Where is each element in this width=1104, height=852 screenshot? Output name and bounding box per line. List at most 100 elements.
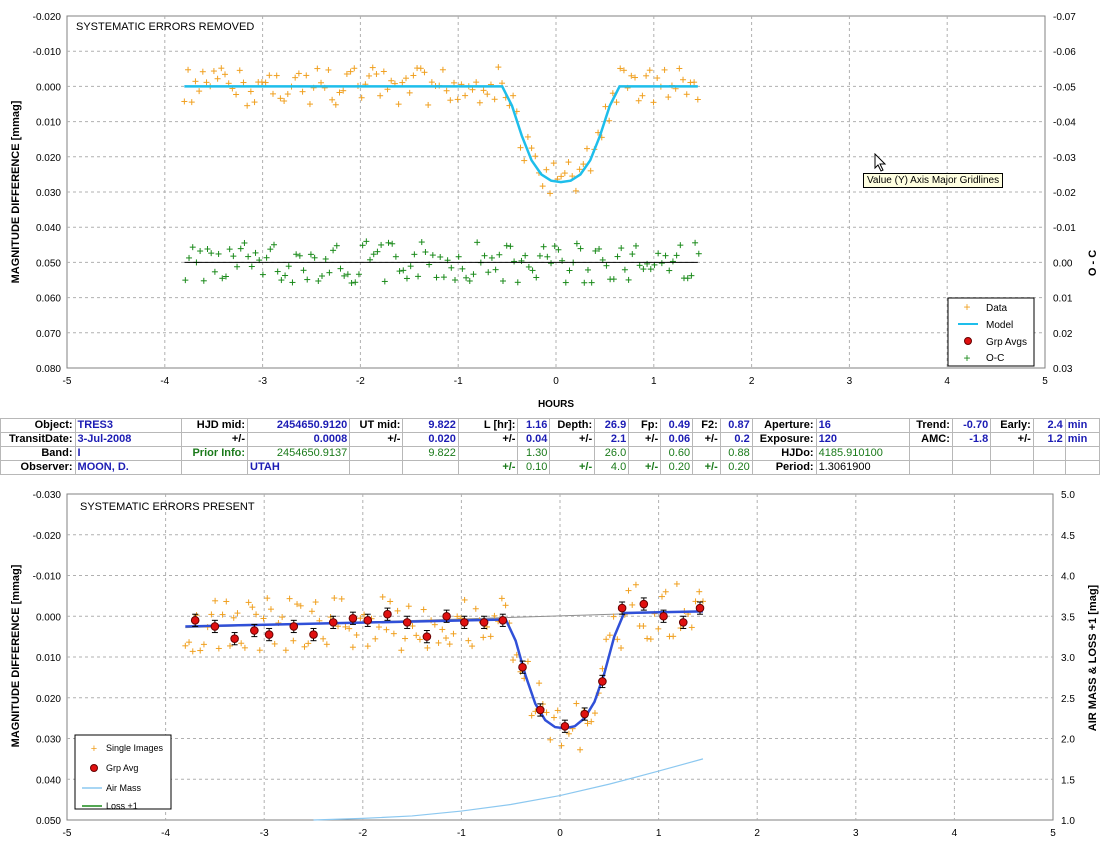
x-tick-label: 3: [853, 828, 859, 839]
y2-tick-label: -0.06: [1053, 47, 1076, 58]
y2-tick-label: -0.01: [1053, 223, 1076, 234]
x-tick-label: 3: [847, 376, 853, 387]
grp-avg-point: [328, 618, 338, 627]
y2-tick-label: 3.5: [1061, 612, 1075, 623]
grp-avg-point: [210, 622, 220, 631]
y-tick-label: 0.030: [36, 735, 61, 746]
bottom-chart-title: SYSTEMATIC ERRORS PRESENT: [80, 501, 255, 513]
legend-oc-label: O-C: [986, 353, 1004, 364]
x-tick-label: 4: [944, 376, 950, 387]
grp-avg-point: [348, 613, 358, 623]
grp-avg-point: [678, 618, 688, 627]
y2-tick-label: -0.07: [1053, 12, 1076, 23]
y2-tick-label: 0.00: [1053, 258, 1073, 269]
y2-tick-label: 0.02: [1053, 329, 1073, 340]
y-tick-label: 0.010: [36, 653, 61, 664]
grp-avg-point: [402, 618, 412, 627]
legend-grp-label: Grp Avgs: [986, 337, 1027, 348]
grp-avg-point: [383, 609, 392, 619]
bottom-y2-axis-label: AIR MASS & LOSS +1 [mag]: [1087, 584, 1099, 731]
grp-avg-point: [230, 634, 239, 643]
y-tick-label: 0.030: [36, 188, 61, 199]
x-tick-label: 2: [754, 828, 760, 839]
y-tick-label: -0.010: [33, 572, 62, 583]
top-chart: -5 -4 -3 -2 -1 0 1 2 3 4 5 -0.020 -0.010 0.000 0.010 0.…: [10, 12, 1099, 410]
bottom-chart: -5 -4 -3 -2 -1 0 1 2 3 4 5 -0.030 -0.020 -0.010 0.000 0…: [10, 490, 1099, 839]
mouse-cursor-icon: [874, 153, 887, 172]
y2-tick-label: 1.5: [1061, 775, 1075, 786]
y-tick-label: 0.020: [36, 694, 61, 705]
grp-avg-point: [479, 618, 489, 627]
y-tick-label: 0.060: [36, 294, 61, 305]
y-tick-label: 0.070: [36, 329, 61, 340]
transit-info-table: Object: TRES3 HJD mid: 2454650.9120 UT mid…: [0, 418, 1104, 478]
y-tick-label: 0.020: [36, 153, 61, 164]
x-tick-label: 1: [651, 376, 657, 387]
x-tick-label: 2: [749, 376, 755, 387]
x-tick-label: -4: [161, 828, 170, 839]
y2-tick-label: 0.01: [1053, 294, 1073, 305]
grp-avg-point: [617, 603, 627, 613]
bottom-legend: + Single Images Grp Avg Air Mass Loss +1: [74, 734, 172, 811]
y2-tick-label: 3.0: [1061, 653, 1075, 664]
y2-tick-label: -0.02: [1053, 188, 1076, 199]
y2-tick-label: 2.0: [1061, 735, 1075, 746]
top-chart-title: SYSTEMATIC ERRORS REMOVED: [76, 21, 254, 33]
y2-tick-label: -0.05: [1053, 82, 1076, 93]
legend-loss-label: Loss +1: [106, 801, 138, 811]
grp-avg-point: [289, 622, 299, 631]
y2-tick-label: 5.0: [1061, 490, 1075, 501]
grp-avg-point: [363, 616, 373, 625]
y-tick-label: -0.010: [33, 47, 62, 58]
grp-avg-point: [695, 603, 705, 613]
grp-avg-point: [560, 721, 570, 731]
grp-avg-point: [639, 599, 649, 609]
y-tick-label: 0.000: [36, 82, 61, 93]
y-tick-label: -0.020: [33, 531, 62, 542]
y-tick-label: 0.040: [36, 775, 61, 786]
info-row-2: TransitDate: 3-Jul-2008 +/- 0.0008 +/- 0.02…: [0, 432, 1101, 447]
y-tick-label: 0.080: [36, 364, 61, 375]
legend-grpavg-marker: [90, 764, 98, 772]
x-tick-label: 5: [1050, 828, 1056, 839]
top-legend: + Data Model Grp Avgs + O-C: [947, 297, 1035, 367]
grp-avg-point: [580, 709, 589, 719]
y-tick-label: 0.050: [36, 816, 61, 827]
info-row-3: Band: I Prior Info: 2454650.9137 9.822 1.3…: [0, 446, 1101, 461]
grp-avg-point: [659, 611, 668, 621]
legend-single-label: Single Images: [106, 743, 164, 753]
y2-tick-label: 4.0: [1061, 572, 1075, 583]
legend-grpavg-label: Grp Avg: [106, 763, 138, 773]
legend-airmass-label: Air Mass: [106, 783, 142, 793]
grp-avg-point: [250, 626, 259, 635]
grp-avg-point: [460, 618, 469, 627]
x-tick-label: -4: [160, 376, 169, 387]
bottom-y-axis-label: MAGNITUDE DIFFERENCE [mmag]: [10, 564, 22, 747]
legend-data-label: Data: [986, 303, 1008, 314]
grp-avg-point: [442, 611, 451, 621]
grp-avg-point: [422, 632, 432, 641]
top-x-axis-label: HOURS: [538, 399, 574, 410]
x-tick-label: 0: [553, 376, 559, 387]
y-tick-label: 0.050: [36, 258, 61, 269]
x-tick-label: -3: [258, 376, 267, 387]
x-tick-label: -1: [457, 828, 466, 839]
x-tick-label: -1: [454, 376, 463, 387]
x-tick-label: -3: [260, 828, 269, 839]
y2-tick-label: -0.04: [1053, 118, 1076, 129]
y2-tick-label: 0.03: [1053, 364, 1073, 375]
x-tick-label: -5: [63, 376, 72, 387]
grp-avg-point: [264, 630, 274, 639]
x-tick-label: -5: [63, 828, 72, 839]
y-tick-label: 0.040: [36, 223, 61, 234]
grp-avg-point: [535, 705, 545, 715]
info-row-4: Observer: MOON, D. UTAH +/- 0.10 +/- 4.0 +/…: [0, 460, 1101, 475]
legend-model-label: Model: [986, 320, 1013, 331]
info-row-1: Object: TRES3 HJD mid: 2454650.9120 UT mid…: [0, 418, 1101, 433]
legend-single-marker: +: [91, 743, 97, 755]
x-tick-label: -2: [356, 376, 365, 387]
y-tick-label: -0.030: [33, 490, 62, 501]
y2-tick-label: 1.0: [1061, 816, 1075, 827]
grp-avg-point: [309, 630, 318, 639]
top-y-axis-label: MAGNITUDE DIFFERENCE [mmag]: [10, 100, 22, 283]
